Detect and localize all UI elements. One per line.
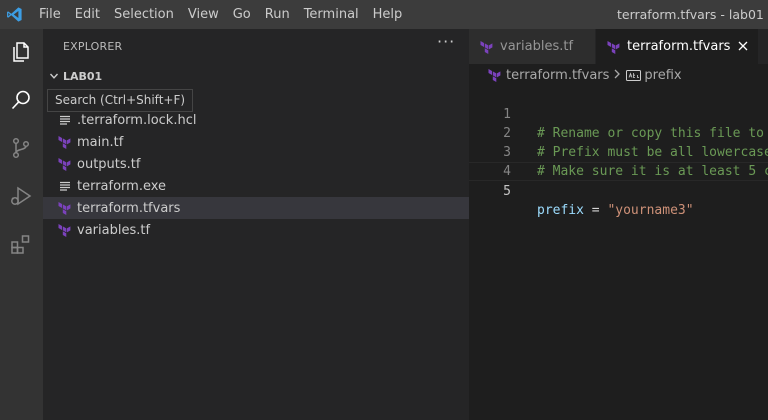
tab-bar: variables.tf terraform.tfvars (469, 29, 768, 64)
terraform-file-icon (606, 39, 622, 55)
search-icon[interactable] (6, 85, 36, 115)
file-item-terraform-lock[interactable]: .terraform.lock.hcl (43, 109, 469, 131)
vscode-logo-icon (2, 0, 26, 29)
menu-view[interactable]: View (181, 0, 226, 29)
text-file-icon (57, 112, 73, 128)
breadcrumb: terraform.tfvars prefix (469, 64, 768, 86)
string-symbol-icon (625, 67, 641, 83)
code-line: 3 # Make sure it is at least 5 c (469, 124, 768, 179)
tab-label: terraform.tfvars (627, 39, 731, 54)
file-name: main.tf (77, 134, 124, 150)
terraform-file-icon (57, 156, 73, 172)
variable-name: prefix (537, 203, 584, 218)
terraform-file-icon (57, 134, 73, 150)
file-item-terraform-tfvars[interactable]: terraform.tfvars (43, 197, 469, 219)
file-name: outputs.tf (77, 156, 141, 172)
code-line: 1 # Rename or copy this file to (469, 86, 768, 141)
activity-bar (0, 29, 43, 420)
code-line: 2 # Prefix must be all lowercase (469, 105, 768, 160)
tab-label: variables.tf (500, 39, 574, 54)
file-name: terraform.exe (77, 178, 167, 194)
line-number: 5 (503, 184, 511, 199)
file-item-variables-tf[interactable]: variables.tf (43, 219, 469, 241)
extensions-icon[interactable] (6, 229, 36, 259)
explorer-sidebar: EXPLORER ··· LAB01 .terraform.lock.hcl m… (43, 29, 469, 420)
text-file-icon (57, 178, 73, 194)
file-item-terraform-exe[interactable]: terraform.exe (43, 175, 469, 197)
breadcrumb-symbol[interactable]: prefix (644, 68, 681, 83)
run-debug-icon[interactable] (6, 181, 36, 211)
source-control-icon[interactable] (6, 133, 36, 163)
folder-lab01[interactable]: LAB01 (43, 65, 469, 87)
file-item-main-tf[interactable]: main.tf (43, 131, 469, 153)
code-editor[interactable]: 1 # Rename or copy this file to 2 # Pref… (469, 86, 768, 218)
terraform-file-icon (479, 39, 495, 55)
terraform-file-icon (57, 222, 73, 238)
files-icon[interactable] (6, 37, 36, 67)
code-line-current: 5 prefix = "yourname3" (469, 162, 768, 218)
folder-name: LAB01 (63, 69, 103, 83)
breadcrumb-file[interactable]: terraform.tfvars (506, 68, 609, 83)
sidebar-title: EXPLORER (63, 40, 123, 53)
code-line: 4 (469, 143, 768, 179)
menu-edit[interactable]: Edit (68, 0, 107, 29)
more-actions-icon[interactable]: ··· (437, 32, 455, 51)
window-title: terraform.tfvars - lab01 - Visu (617, 7, 768, 22)
menu-terminal[interactable]: Terminal (297, 0, 366, 29)
assignment: prefix = "yourname3" (537, 201, 694, 220)
menu-help[interactable]: Help (366, 0, 410, 29)
menu-go[interactable]: Go (226, 0, 258, 29)
editor-area: variables.tf terraform.tfvars terraform.… (469, 29, 768, 420)
file-name: variables.tf (77, 222, 151, 238)
string-value: "yourname3" (607, 203, 694, 218)
file-name: .terraform.lock.hcl (77, 112, 197, 128)
search-tooltip: Search (Ctrl+Shift+F) (47, 89, 194, 112)
menu-selection[interactable]: Selection (107, 0, 181, 29)
chevron-down-icon (47, 71, 61, 81)
operator: = (583, 203, 608, 218)
menu-file[interactable]: File (32, 0, 68, 29)
title-bar: File Edit Selection View Go Run Terminal… (0, 0, 768, 29)
close-icon[interactable] (738, 39, 748, 55)
tab-variables-tf[interactable]: variables.tf (469, 29, 597, 64)
terraform-file-icon (57, 200, 73, 216)
tab-terraform-tfvars[interactable]: terraform.tfvars (596, 29, 760, 64)
file-name: terraform.tfvars (77, 200, 181, 216)
terraform-file-icon (487, 67, 503, 83)
chevron-right-icon (613, 68, 621, 82)
menu-run[interactable]: Run (258, 0, 297, 29)
file-item-outputs-tf[interactable]: outputs.tf (43, 153, 469, 175)
